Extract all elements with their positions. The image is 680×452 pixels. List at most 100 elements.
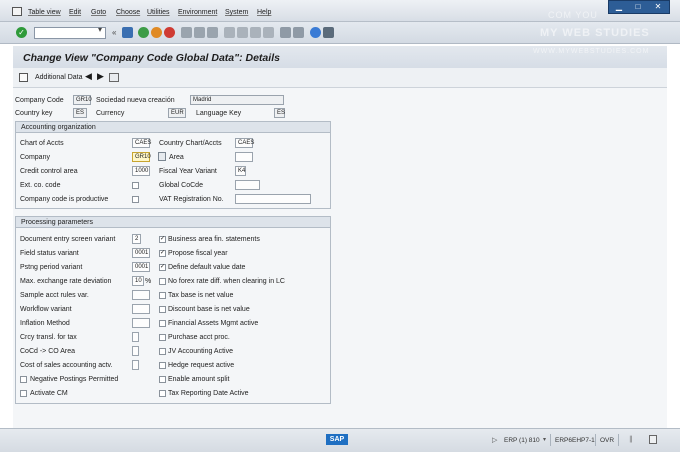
country-chart-label: Country Chart/Accts	[159, 140, 222, 147]
print-entry-icon[interactable]	[109, 73, 119, 82]
watermark-line2: MY WEB STUDIES	[540, 27, 650, 39]
ext-co-code-label: Ext. co. code	[20, 182, 61, 189]
menu-help[interactable]: Help	[257, 9, 271, 16]
additional-data-icon[interactable]	[19, 73, 28, 82]
processing-parameters-title: Processing parameters	[16, 217, 330, 228]
country-key-field: ES	[73, 108, 87, 118]
purchase-acct-checkbox[interactable]	[159, 334, 166, 341]
hedge-request-label: Hedge request active	[168, 362, 235, 369]
activate-cm-label: Activate CM	[30, 390, 68, 397]
country-chart-field[interactable]: CAES	[235, 138, 254, 148]
cost-of-sales-field[interactable]	[132, 360, 139, 370]
amount-split-checkbox[interactable]	[159, 376, 166, 383]
create-session-icon[interactable]	[280, 27, 291, 38]
exit-icon[interactable]	[151, 27, 162, 38]
cancel-icon[interactable]	[164, 27, 175, 38]
menu-table-view[interactable]: Table view	[28, 9, 61, 16]
previous-page-icon[interactable]	[237, 27, 248, 38]
menu-goto[interactable]: Goto	[91, 9, 106, 16]
menu-edit[interactable]: Edit	[69, 9, 81, 16]
find-next-icon[interactable]	[207, 27, 218, 38]
ext-co-code-checkbox[interactable]	[132, 182, 139, 189]
no-forex-diff-checkbox[interactable]	[159, 278, 166, 285]
menu-utilities[interactable]: Utilities	[147, 9, 170, 16]
app-menu-icon[interactable]	[12, 7, 22, 16]
posting-period-variant-field[interactable]: 0001	[132, 262, 150, 272]
tax-reporting-date-checkbox[interactable]	[159, 390, 166, 397]
shortcut-icon[interactable]	[293, 27, 304, 38]
cocd-co-area-field[interactable]	[132, 346, 139, 356]
tax-base-net-checkbox[interactable]	[159, 292, 166, 299]
find-icon[interactable]	[194, 27, 205, 38]
negative-postings-label: Negative Postings Permitted	[30, 376, 119, 383]
negative-postings-checkbox[interactable]	[20, 376, 27, 383]
next-page-icon[interactable]	[250, 27, 261, 38]
financial-assets-checkbox[interactable]	[159, 320, 166, 327]
business-area-checkbox[interactable]: ✓	[159, 236, 166, 243]
menu-choose[interactable]: Choose	[116, 9, 140, 16]
workflow-variant-field[interactable]	[132, 304, 150, 314]
command-field[interactable]	[34, 27, 106, 39]
no-forex-diff-label: No forex rate diff. when clearing in LC	[168, 278, 285, 285]
credit-control-field[interactable]: 1000	[132, 166, 150, 176]
server-info: ERP6EHP7-1	[555, 437, 595, 444]
status-expand-icon[interactable]: ▷	[492, 436, 497, 444]
global-cocode-label: Global CoCde	[159, 182, 203, 189]
area-field[interactable]	[235, 152, 253, 162]
business-area-label: Business area fin. statements	[168, 236, 260, 243]
doc-entry-variant-field[interactable]: 2	[132, 234, 141, 244]
discount-base-net-checkbox[interactable]	[159, 306, 166, 313]
lock-icon[interactable]	[649, 435, 657, 444]
propose-fiscal-year-checkbox[interactable]: ✓	[159, 250, 166, 257]
posting-period-variant-label: Pstng period variant	[20, 264, 83, 271]
save-icon[interactable]	[122, 27, 133, 38]
additional-data-button[interactable]: Additional Data	[35, 74, 82, 81]
city-field: Madrid	[190, 95, 284, 105]
main-content: Company Code GR10 Sociedad nueva creació…	[13, 88, 667, 428]
company-field[interactable]: GR10	[132, 152, 151, 162]
sample-acct-rules-field[interactable]	[132, 290, 150, 300]
application-toolbar: Additional Data ◀ ▶	[13, 68, 667, 88]
global-cocode-field[interactable]	[235, 180, 260, 190]
command-dropdown-icon[interactable]: ▾	[98, 25, 102, 34]
maximize-icon[interactable]: □	[631, 2, 645, 12]
vat-registration-label: VAT Registration No.	[159, 196, 224, 203]
chart-of-accts-field[interactable]: CAES	[132, 138, 151, 148]
previous-entry-icon[interactable]: ◀	[85, 71, 92, 82]
enter-icon[interactable]: ✓	[16, 27, 27, 38]
max-exchange-deviation-field[interactable]: 10	[132, 276, 144, 286]
first-page-icon[interactable]	[224, 27, 235, 38]
company-productive-label: Company code is productive	[20, 196, 109, 203]
company-search-help-icon[interactable]	[158, 152, 166, 161]
inflation-method-field[interactable]	[132, 318, 150, 328]
fiscal-year-field[interactable]: K4	[235, 166, 246, 176]
default-value-date-label: Define default value date	[168, 264, 246, 271]
hedge-request-checkbox[interactable]	[159, 362, 166, 369]
fiscal-year-label: Fiscal Year Variant	[159, 168, 217, 175]
history-back-icon[interactable]: «	[112, 28, 116, 37]
help-icon[interactable]	[310, 27, 321, 38]
language-key-field: ES	[274, 108, 285, 118]
default-value-date-checkbox[interactable]: ✓	[159, 264, 166, 271]
amount-split-label: Enable amount split	[168, 376, 230, 383]
field-status-variant-field[interactable]: 0001	[132, 248, 150, 258]
last-page-icon[interactable]	[263, 27, 274, 38]
minimize-icon[interactable]: ▁	[612, 2, 626, 12]
crcy-transl-tax-field[interactable]	[132, 332, 139, 342]
layout-menu-icon[interactable]	[323, 27, 334, 38]
back-icon[interactable]	[138, 27, 149, 38]
screen-title-bar: Change View "Company Code Global Data": …	[13, 46, 667, 68]
menu-environment[interactable]: Environment	[178, 9, 217, 16]
menu-system[interactable]: System	[225, 9, 248, 16]
country-key-label: Country key	[15, 110, 53, 117]
system-info-dropdown-icon[interactable]: ▾	[543, 436, 546, 443]
company-productive-checkbox[interactable]	[132, 196, 139, 203]
vat-registration-field[interactable]	[235, 194, 311, 204]
system-info: ERP (1) 810	[504, 437, 540, 444]
activate-cm-checkbox[interactable]	[20, 390, 27, 397]
close-icon[interactable]: ✕	[651, 2, 665, 12]
jv-accounting-checkbox[interactable]	[159, 348, 166, 355]
credit-control-label: Credit control area	[20, 168, 78, 175]
next-entry-icon[interactable]: ▶	[97, 71, 104, 82]
print-icon[interactable]	[181, 27, 192, 38]
